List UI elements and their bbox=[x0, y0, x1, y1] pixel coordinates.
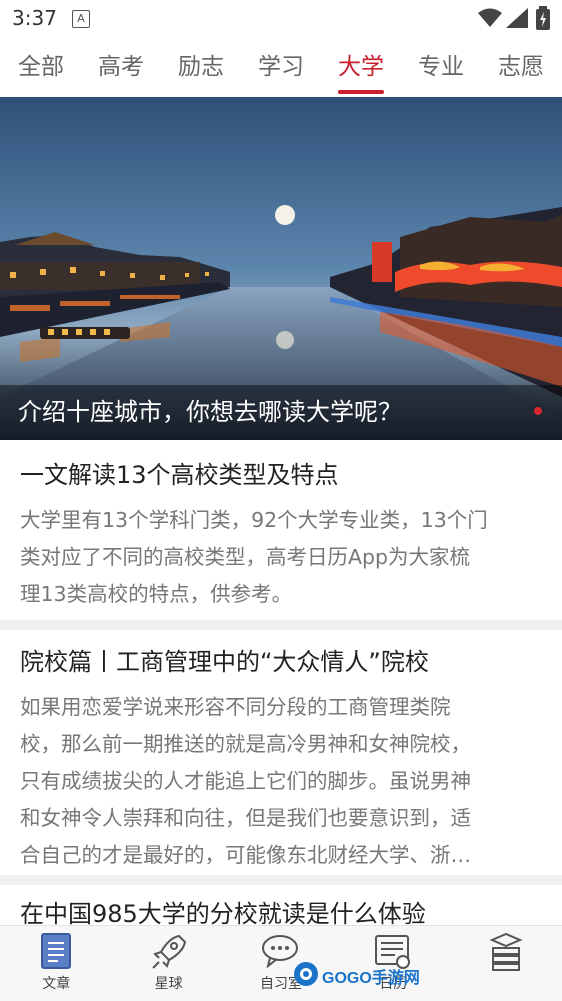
tab-university[interactable]: 大学 bbox=[338, 38, 384, 96]
nav-planet[interactable]: 星球 bbox=[112, 926, 224, 1001]
nav-label: 星球 bbox=[154, 976, 183, 992]
article-summary-line: 校，那么前一期推送的就是高冷男神和女神院校， bbox=[20, 732, 471, 756]
article-card[interactable]: 院校篇丨工商管理中的“大众情人”院校 如果用恋爱学说来形容不同分段的工商管理类院… bbox=[0, 645, 562, 874]
hero-banner[interactable]: 介绍十座城市，你想去哪读大学呢？ bbox=[0, 97, 562, 440]
document-icon bbox=[41, 933, 72, 969]
watermark-text: GOGO手游网 bbox=[322, 970, 420, 987]
article-summary-line: 和女神令人崇拜和向往，但是我们也要意识到，适 bbox=[20, 806, 471, 830]
rocket-icon bbox=[151, 934, 186, 969]
tab-gaokao[interactable]: 高考 bbox=[98, 38, 144, 96]
divider bbox=[0, 620, 562, 630]
article-summary-line: 只有成绩拔尖的人才能追上它们的脚步。虽说男神 bbox=[20, 769, 471, 793]
divider bbox=[0, 875, 562, 885]
article-summary-line: 大学里有13个学科门类，92个大学专业类，13个门 bbox=[20, 508, 488, 532]
category-tabs: 全部 高考 励志 学习 大学 专业 志愿 bbox=[0, 38, 562, 96]
nav-label: 文章 bbox=[42, 976, 71, 992]
hero-title: 介绍十座城市，你想去哪读大学呢？ bbox=[18, 398, 402, 426]
article-summary-line: 理13类高校的特点，供参考。 bbox=[20, 582, 293, 606]
status-bar: 3:37 A bbox=[0, 0, 562, 38]
tab-motivation[interactable]: 励志 bbox=[178, 38, 224, 96]
article-summary-line: 如果用恋爱学说来形容不同分段的工商管理类院 bbox=[20, 695, 451, 719]
status-time: 3:37 bbox=[12, 6, 57, 30]
book-stack-icon bbox=[489, 932, 523, 971]
bottom-navigation: 文章 星球 自习室 日历 bbox=[0, 925, 562, 1001]
cellular-signal-icon bbox=[506, 8, 528, 28]
hero-caption-bar: 介绍十座城市，你想去哪读大学呢？ bbox=[0, 385, 562, 440]
notification-a-icon: A bbox=[72, 10, 90, 28]
battery-charging-icon bbox=[536, 6, 550, 30]
tab-application[interactable]: 志愿 bbox=[498, 38, 544, 96]
tab-major[interactable]: 专业 bbox=[418, 38, 464, 96]
article-title: 院校篇丨工商管理中的“大众情人”院校 bbox=[20, 648, 429, 676]
nav-articles[interactable]: 文章 bbox=[0, 926, 112, 1001]
carousel-indicator-dot bbox=[534, 407, 542, 415]
article-summary-line: 合自己的才是最好的，可能像东北财经大学、浙… bbox=[20, 843, 471, 867]
nav-books[interactable] bbox=[450, 926, 562, 1001]
article-title: 一文解读13个高校类型及特点 bbox=[20, 461, 339, 489]
watermark-logo-icon bbox=[294, 962, 318, 986]
tab-all[interactable]: 全部 bbox=[18, 38, 64, 96]
article-summary-line: 类对应了不同的高校类型，高考日历App为大家梳 bbox=[20, 545, 471, 569]
watermark: GOGO手游网 bbox=[292, 958, 432, 992]
article-card[interactable]: 一文解读13个高校类型及特点 大学里有13个学科门类，92个大学专业类，13个门… bbox=[0, 458, 562, 613]
wifi-icon bbox=[478, 8, 502, 27]
article-summary: 如果用恋爱学说来形容不同分段的工商管理类院 校，那么前一期推送的就是高冷男神和女… bbox=[20, 689, 542, 874]
tab-study[interactable]: 学习 bbox=[258, 38, 304, 96]
article-summary: 大学里有13个学科门类，92个大学专业类，13个门 类对应了不同的高校类型，高考… bbox=[20, 502, 542, 613]
